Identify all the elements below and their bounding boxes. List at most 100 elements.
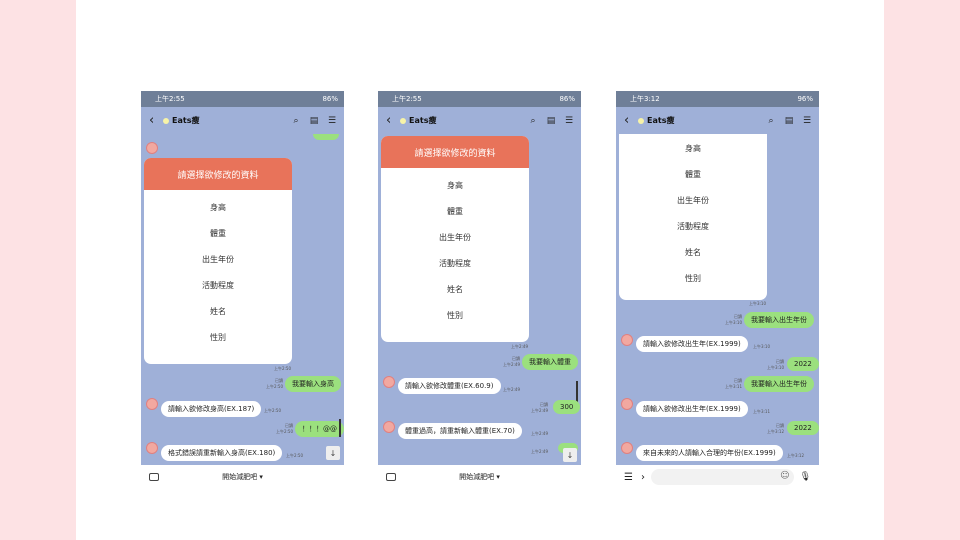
phone-screenshot-1: 上午2:55 86% ‹ Eats瘦 ⌕ ▤ ☰ 請選擇欲修改的資料 身高 體重… — [141, 91, 344, 489]
option-height[interactable]: 身高 — [144, 194, 292, 220]
card-header: 請選擇欲修改的資料 — [381, 136, 529, 168]
edit-options-card: 身高 體重 出生年份 活動程度 姓名 性別 — [619, 134, 767, 300]
timestamp: 上午2:50 — [266, 384, 283, 389]
bot-message: 來自未來的人請輸入合理的年份(EX.1999) — [636, 445, 783, 461]
bot-message: 體重過高，請重新輸入體重(EX.70) — [398, 423, 522, 439]
chat-title-text: Eats瘦 — [172, 116, 200, 125]
read-receipt: 已讀 — [285, 423, 293, 428]
chat-header: ‹ Eats瘦 ⌕ ▤ ☰ — [141, 107, 344, 134]
chat-header: ‹ Eats瘦 ⌕ ▤ ☰ — [378, 107, 581, 134]
search-icon[interactable]: ⌕ — [527, 116, 539, 126]
rich-menu-toggle[interactable]: 開始減肥吧 ▾ — [396, 472, 581, 482]
timestamp: 上午2:49 — [531, 449, 548, 454]
user-message: 2022 — [787, 357, 819, 371]
user-message: 我要輸入體重 — [522, 354, 578, 370]
option-activity-level[interactable]: 活動程度 — [381, 250, 529, 276]
status-bar: 上午3:12 96% — [616, 91, 819, 107]
option-name[interactable]: 姓名 — [381, 276, 529, 302]
option-activity-level[interactable]: 活動程度 — [619, 213, 767, 239]
option-gender[interactable]: 性別 — [619, 265, 767, 291]
status-time: 上午2:55 — [155, 95, 185, 103]
user-message: ！！！@@ — [295, 421, 344, 437]
option-birth-year[interactable]: 出生年份 — [381, 224, 529, 250]
phone-screenshot-2: 上午2:55 86% ‹ Eats瘦 ⌕ ▤ ☰ 請選擇欲修改的資料 身高 體重… — [378, 91, 581, 489]
rich-menu-bar: 開始減肥吧 ▾ — [378, 465, 581, 489]
timestamp: 上午3:10 — [749, 301, 766, 306]
chat-title: Eats瘦 — [400, 115, 527, 126]
read-receipt: 已讀 — [776, 423, 784, 428]
phone-screenshot-3: 上午3:12 96% ‹ Eats瘦 ⌕ ▤ ☰ 身高 體重 出生年份 活動程度… — [616, 91, 819, 489]
option-height[interactable]: 身高 — [619, 135, 767, 161]
status-battery: 86% — [559, 95, 575, 103]
option-weight[interactable]: 體重 — [381, 198, 529, 224]
rich-menu-bar: 開始減肥吧 ▾ — [141, 465, 344, 489]
notes-icon[interactable]: ▤ — [545, 116, 557, 126]
back-arrow-icon[interactable]: ‹ — [149, 113, 163, 128]
menu-icon[interactable]: ☰ — [326, 116, 338, 126]
back-arrow-icon[interactable]: ‹ — [624, 113, 638, 128]
read-receipt: 已讀 — [734, 314, 742, 319]
user-message: 我要輸入身高 — [285, 376, 341, 392]
option-weight[interactable]: 體重 — [619, 161, 767, 187]
message-input-bar: ☰ › ☺ 🎙 — [616, 465, 819, 489]
bot-avatar — [383, 421, 395, 433]
notes-icon[interactable]: ▤ — [308, 116, 320, 126]
option-activity-level[interactable]: 活動程度 — [144, 272, 292, 298]
status-bar: 上午2:55 86% — [378, 91, 581, 107]
bot-message: 請輸入欲修改體重(EX.60.9) — [398, 378, 501, 394]
search-icon[interactable]: ⌕ — [290, 116, 302, 126]
chat-title: Eats瘦 — [638, 115, 765, 126]
read-receipt: 已讀 — [275, 378, 283, 383]
notes-icon[interactable]: ▤ — [783, 116, 795, 126]
bot-avatar — [621, 442, 633, 454]
read-receipt: 已讀 — [776, 359, 784, 364]
status-time: 上午2:55 — [392, 95, 422, 103]
option-gender[interactable]: 性別 — [381, 302, 529, 328]
scroll-down-icon[interactable]: ↓ — [563, 448, 577, 462]
bot-avatar-icon — [638, 117, 644, 124]
status-bar: 上午2:55 86% — [141, 91, 344, 107]
back-arrow-icon[interactable]: ‹ — [386, 113, 400, 128]
menu-icon[interactable]: ☰ — [563, 116, 575, 126]
chat-title-text: Eats瘦 — [647, 116, 675, 125]
user-message: 2022 — [787, 421, 819, 435]
keyboard-icon[interactable] — [149, 473, 159, 481]
timestamp: 上午2:49 — [503, 362, 520, 367]
chevron-right-icon[interactable]: › — [641, 472, 645, 483]
timestamp: 上午2:50 — [286, 453, 303, 458]
edit-options-card: 請選擇欲修改的資料 身高 體重 出生年份 活動程度 姓名 性別 — [144, 158, 292, 364]
message-input[interactable]: ☺ — [650, 469, 794, 485]
option-weight[interactable]: 體重 — [144, 220, 292, 246]
keyboard-icon[interactable] — [386, 473, 396, 481]
bot-avatar — [383, 376, 395, 388]
timestamp: 上午3:12 — [767, 429, 784, 434]
emoji-icon[interactable]: ☺ — [780, 471, 789, 481]
timestamp: 上午3:10 — [767, 365, 784, 370]
timestamp: 上午2:50 — [276, 429, 293, 434]
timestamp: 上午2:49 — [511, 344, 528, 349]
edit-options-card: 請選擇欲修改的資料 身高 體重 出生年份 活動程度 姓名 性別 — [381, 136, 529, 342]
user-message: 我要輸入出生年份 — [744, 312, 814, 328]
option-name[interactable]: 姓名 — [619, 239, 767, 265]
bot-avatar — [146, 442, 158, 454]
status-time: 上午3:12 — [630, 95, 660, 103]
status-battery: 86% — [322, 95, 338, 103]
option-birth-year[interactable]: 出生年份 — [144, 246, 292, 272]
timestamp: 上午3:11 — [753, 409, 770, 414]
search-icon[interactable]: ⌕ — [765, 116, 777, 126]
scroll-indicator — [339, 419, 341, 437]
option-height[interactable]: 身高 — [381, 172, 529, 198]
option-name[interactable]: 姓名 — [144, 298, 292, 324]
rich-menu-toggle[interactable]: 開始減肥吧 ▾ — [159, 472, 344, 482]
option-gender[interactable]: 性別 — [144, 324, 292, 350]
previous-message-edge — [313, 134, 339, 140]
scroll-down-icon[interactable]: ↓ — [326, 446, 340, 460]
timestamp: 上午3:12 — [787, 453, 804, 458]
menu-icon[interactable]: ☰ — [624, 472, 633, 483]
microphone-icon[interactable]: 🎙 — [800, 472, 811, 482]
timestamp: 上午3:11 — [725, 384, 742, 389]
menu-icon[interactable]: ☰ — [801, 116, 813, 126]
option-birth-year[interactable]: 出生年份 — [619, 187, 767, 213]
status-battery: 96% — [797, 95, 813, 103]
user-message: 我要輸入出生年份 — [744, 376, 814, 392]
